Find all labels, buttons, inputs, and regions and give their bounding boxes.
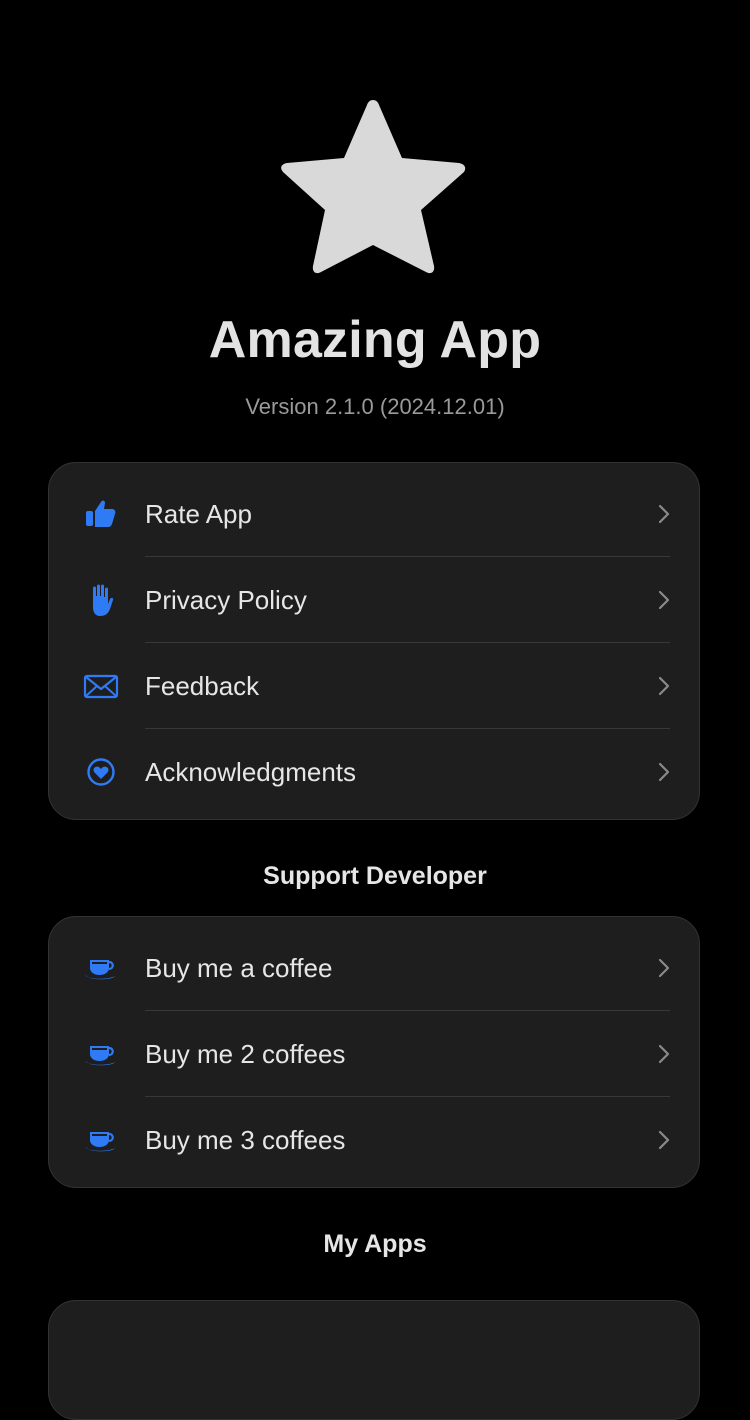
privacy-policy-label: Privacy Policy [145, 585, 307, 615]
chevron-right-icon [657, 958, 671, 978]
support-developer-heading: Support Developer [263, 862, 487, 890]
buy-two-coffees-row[interactable]: Buy me 2 coffees [49, 1011, 699, 1097]
privacy-policy-row[interactable]: Privacy Policy [49, 557, 699, 643]
app-logo-star-icon [278, 92, 468, 280]
coffee-cup-icon [83, 950, 119, 986]
thumbs-up-icon [83, 496, 119, 532]
coffee-cup-icon [83, 1036, 119, 1072]
chevron-right-icon [657, 590, 671, 610]
envelope-icon [83, 668, 119, 704]
buy-one-coffee-row[interactable]: Buy me a coffee [49, 925, 699, 1011]
app-name: Amazing App [208, 311, 542, 369]
chevron-right-icon [657, 504, 671, 524]
feedback-label: Feedback [145, 671, 260, 701]
feedback-row[interactable]: Feedback [49, 643, 699, 729]
chevron-right-icon [657, 1130, 671, 1150]
chevron-right-icon [657, 762, 671, 782]
acknowledgments-row[interactable]: Acknowledgments [49, 729, 699, 815]
my-apps-heading: My Apps [323, 1230, 427, 1258]
my-apps-group [48, 1300, 700, 1420]
info-links-group: Rate App Privacy Policy Feedback Acknowl… [48, 462, 700, 820]
buy-three-coffees-row[interactable]: Buy me 3 coffees [49, 1097, 699, 1183]
chevron-right-icon [657, 676, 671, 696]
support-developer-group: Buy me a coffee Buy me 2 coffees Buy me … [48, 916, 700, 1188]
acknowledgments-label: Acknowledgments [145, 757, 356, 787]
hand-raised-icon [83, 582, 119, 618]
chevron-right-icon [657, 1044, 671, 1064]
rate-app-label: Rate App [145, 499, 252, 529]
coffee-cup-icon [83, 1122, 119, 1158]
rate-app-row[interactable]: Rate App [49, 471, 699, 557]
heart-circle-icon [83, 754, 119, 790]
app-version: Version 2.1.0 (2024.12.01) [245, 394, 505, 419]
buy-one-coffee-label: Buy me a coffee [145, 953, 333, 983]
buy-two-coffees-label: Buy me 2 coffees [145, 1039, 346, 1069]
buy-three-coffees-label: Buy me 3 coffees [145, 1125, 346, 1155]
